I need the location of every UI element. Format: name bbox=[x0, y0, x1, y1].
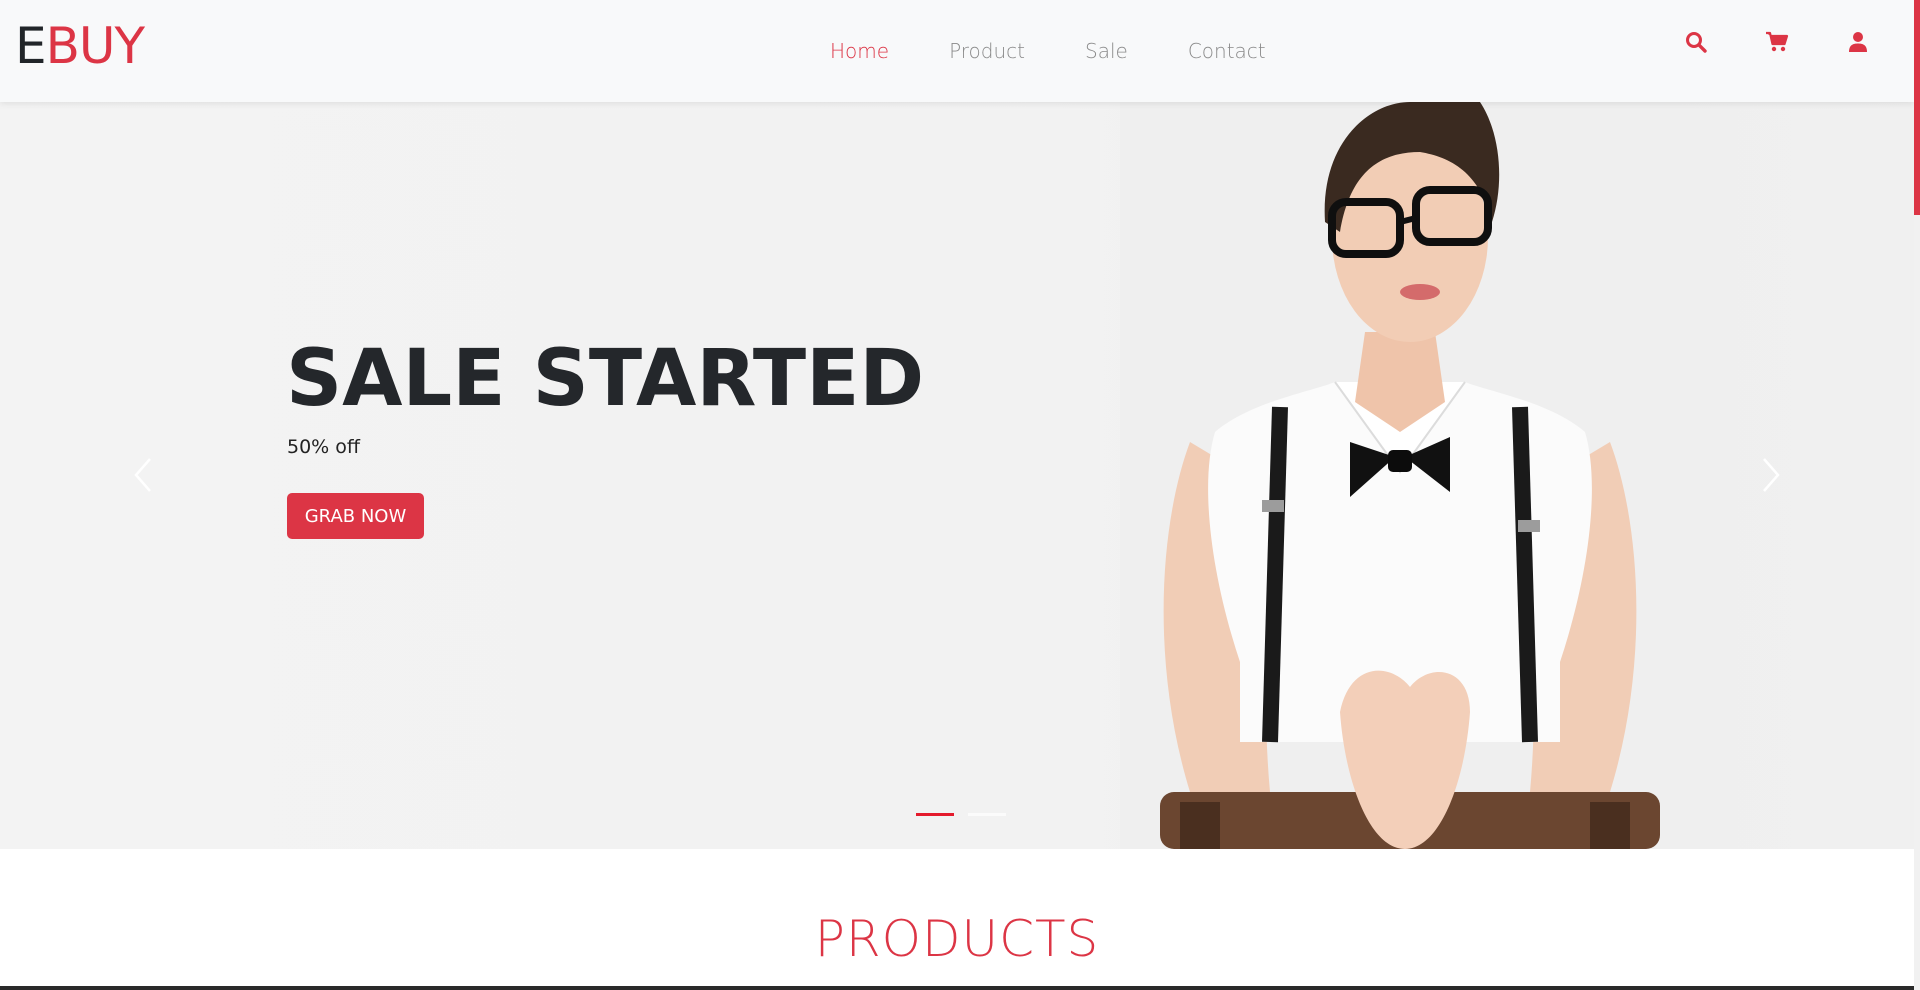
carousel-indicators bbox=[916, 813, 1006, 816]
hero-title: SALE STARTED bbox=[286, 334, 925, 424]
carousel-next-icon[interactable] bbox=[1756, 455, 1786, 495]
hero-model-image bbox=[1120, 102, 1680, 849]
user-icon[interactable] bbox=[1844, 28, 1872, 56]
brand-letters-buy: BUY bbox=[45, 17, 145, 75]
section-divider bbox=[0, 986, 1914, 990]
nav-link-product[interactable]: Product bbox=[949, 38, 1025, 64]
brand-logo[interactable]: EBUY bbox=[15, 16, 145, 76]
hero-carousel: SALE STARTED 50% off GRAB NOW bbox=[0, 102, 1914, 849]
nav-icons bbox=[1682, 28, 1872, 56]
navbar: EBUY Home Product Sale Contact bbox=[0, 0, 1914, 102]
scrollbar-thumb[interactable] bbox=[1914, 0, 1920, 215]
carousel-indicator-1[interactable] bbox=[916, 813, 954, 816]
nav-link-home[interactable]: Home bbox=[830, 38, 889, 64]
cart-icon[interactable] bbox=[1763, 28, 1791, 56]
carousel-prev-icon[interactable] bbox=[128, 455, 158, 495]
grab-now-button[interactable]: GRAB NOW bbox=[287, 493, 424, 539]
nav-link-contact[interactable]: Contact bbox=[1188, 38, 1266, 64]
hero-subtitle: 50% off bbox=[287, 436, 360, 458]
carousel-indicator-2[interactable] bbox=[968, 813, 1006, 816]
products-heading: PRODUCTS bbox=[814, 910, 1100, 968]
nav-links: Home Product Sale Contact bbox=[830, 38, 1326, 64]
search-icon[interactable] bbox=[1682, 28, 1710, 56]
brand-letter-e: E bbox=[15, 17, 47, 75]
nav-link-sale[interactable]: Sale bbox=[1085, 38, 1128, 64]
page-scrollbar[interactable] bbox=[1914, 0, 1920, 990]
